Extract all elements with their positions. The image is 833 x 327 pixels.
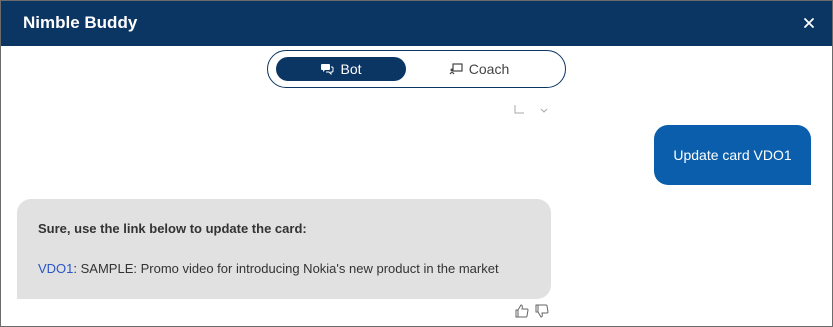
bot-message: Sure, use the link below to update the c… <box>17 199 551 299</box>
tab-bot-label: Bot <box>340 61 362 77</box>
coach-board-icon <box>449 63 463 75</box>
close-icon[interactable] <box>800 14 818 32</box>
bot-message-intro: Sure, use the link below to update the c… <box>38 221 307 236</box>
user-message: Update card VDO1 <box>654 125 811 185</box>
card-link[interactable]: VDO1 <box>38 261 73 276</box>
chat-bubbles-icon <box>321 64 334 75</box>
chat-window: Nimble Buddy Bot Coach Update card VDO1 … <box>0 0 833 327</box>
card-description: : SAMPLE: Promo video for introducing No… <box>73 261 499 276</box>
tab-coach-label: Coach <box>468 61 510 77</box>
tab-coach[interactable]: Coach <box>414 57 544 81</box>
mode-toggle: Bot Coach <box>267 50 566 88</box>
bot-message-link-line: VDO1: SAMPLE: Promo video for introducin… <box>38 261 499 276</box>
message-tools <box>514 103 554 115</box>
thumbs-down-icon[interactable] <box>535 304 549 318</box>
feedback-controls <box>515 304 555 320</box>
thumbs-up-icon[interactable] <box>515 304 529 318</box>
window-title: Nimble Buddy <box>23 13 138 32</box>
user-message-text: Update card VDO1 <box>673 147 792 163</box>
tab-bot[interactable]: Bot <box>276 57 406 81</box>
header: Nimble Buddy <box>1 1 832 46</box>
